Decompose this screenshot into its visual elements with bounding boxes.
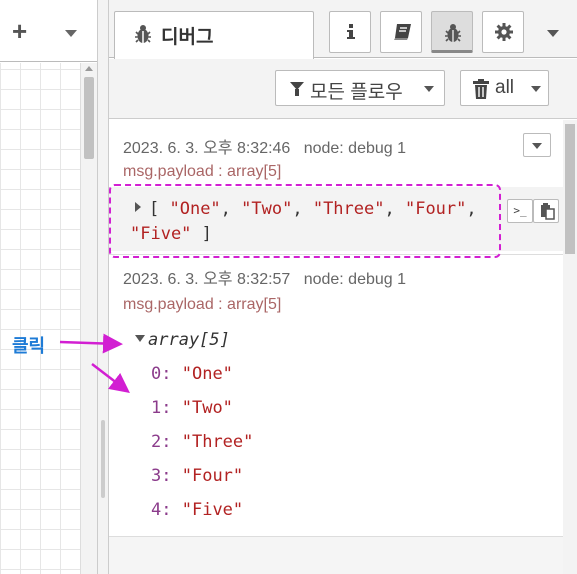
node-red-editor: + 디버그 모든 플로우 all 2023. 6. 3. 오후 8:32:46 … [0,0,577,574]
annotation-arrows [59,333,130,394]
arrow-to-entries [91,363,130,394]
arrow-to-toggle [59,333,123,354]
